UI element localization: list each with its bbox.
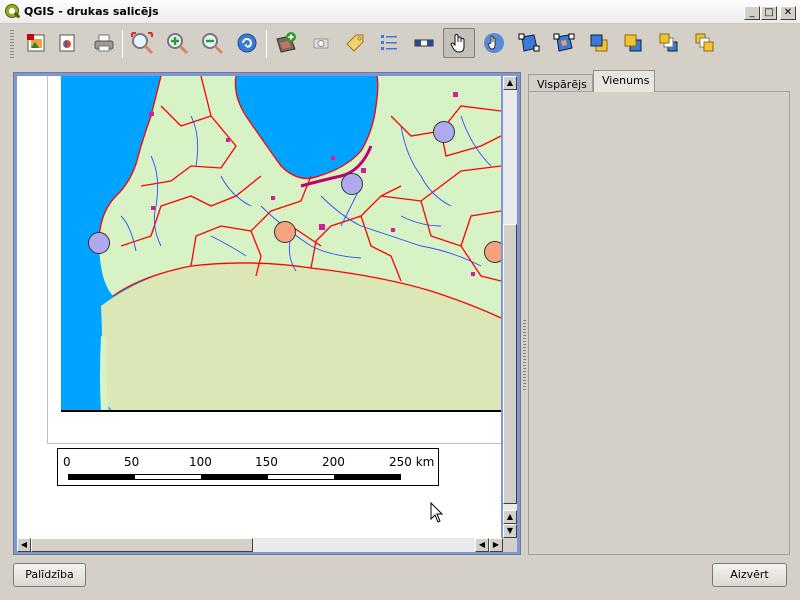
help-button[interactable]: Palīdzība (13, 563, 86, 587)
item-properties-panel (528, 91, 790, 555)
scroll-left-button[interactable]: ◀ (17, 538, 31, 552)
export-image-icon (27, 34, 45, 52)
panel-splitter-handle[interactable] (523, 320, 526, 390)
scalebar-icon (414, 39, 434, 47)
ungroup-icon (553, 33, 575, 52)
move-to-bottom-button[interactable] (689, 28, 721, 58)
zoom-in-button[interactable] (161, 28, 193, 58)
scroll-corner (503, 538, 517, 552)
scale-bar-segments (68, 474, 401, 480)
qgis-logo-icon (5, 4, 21, 19)
close-window-button[interactable]: ✕ (780, 6, 796, 20)
export-image-button[interactable] (20, 28, 52, 58)
scale-bar[interactable]: 0 50 100 150 200 250 km (57, 448, 439, 486)
composition-canvas[interactable]: 0 50 100 150 200 250 km (17, 76, 501, 538)
add-legend-button[interactable] (373, 28, 405, 58)
refresh-button[interactable] (231, 28, 263, 58)
label-tag-icon (346, 34, 364, 52)
hand-pointer-icon (450, 33, 465, 53)
mouse-cursor-icon (430, 502, 444, 523)
composer-view[interactable]: 0 50 100 150 200 250 km ▲ ▲ ▼ ◀ ◀ ▶ (13, 72, 521, 555)
scale-label: 0 (63, 455, 71, 469)
group-items-button[interactable] (513, 28, 545, 58)
move-content-button[interactable] (478, 28, 510, 58)
map-item[interactable] (61, 76, 501, 412)
zoom-in-icon (167, 33, 189, 55)
raise-icon (590, 34, 608, 52)
export-svg-icon (59, 34, 75, 52)
group-icon (518, 33, 540, 52)
close-button[interactable]: Aizvērt (712, 563, 787, 587)
city-marker (433, 121, 455, 143)
ungroup-items-button[interactable] (548, 28, 580, 58)
add-image-button[interactable] (305, 28, 337, 58)
horizontal-scroll-thumb[interactable] (31, 538, 253, 552)
scale-label: 50 (124, 455, 140, 469)
legend-icon (381, 35, 397, 50)
zoom-full-button[interactable] (126, 28, 158, 58)
select-move-item-button[interactable] (443, 28, 475, 58)
add-map-button[interactable] (270, 28, 302, 58)
title-bar: QGIS - drukas salicējs _ □ ✕ (0, 0, 800, 24)
window-title: QGIS - drukas salicējs (24, 5, 159, 18)
toolbar-grip[interactable] (10, 30, 14, 58)
toolbar-separator (266, 30, 267, 58)
lower-item-button[interactable] (617, 28, 649, 58)
composer-toolbar (0, 24, 800, 64)
hand-move-icon (484, 33, 504, 53)
lower-icon (624, 34, 642, 52)
scroll-down-button[interactable]: ▼ (503, 524, 517, 538)
scale-label: 150 (255, 455, 278, 469)
minimize-button[interactable]: _ (744, 6, 760, 20)
export-svg-button[interactable] (51, 28, 83, 58)
move-to-top-button[interactable] (653, 28, 685, 58)
scale-label: 200 (322, 455, 345, 469)
add-scalebar-button[interactable] (408, 28, 440, 58)
scale-label: 100 (189, 455, 212, 469)
toolbar-separator (122, 30, 123, 58)
maximize-button[interactable]: □ (761, 6, 777, 20)
scroll-left-button[interactable]: ◀ (475, 538, 489, 552)
horizontal-scrollbar[interactable]: ◀ ◀ ▶ (17, 538, 503, 552)
scroll-up-button[interactable]: ▲ (503, 76, 517, 90)
scroll-right-button[interactable]: ▶ (489, 538, 503, 552)
raise-item-button[interactable] (583, 28, 615, 58)
add-label-button[interactable] (339, 28, 371, 58)
scale-label: 250 km (389, 455, 435, 469)
city-marker (88, 232, 110, 254)
refresh-icon (237, 33, 257, 53)
city-marker (484, 241, 501, 263)
camera-icon (313, 38, 329, 49)
add-map-icon (276, 32, 296, 53)
vertical-scroll-thumb[interactable] (503, 224, 517, 504)
city-marker (274, 221, 296, 243)
print-icon (94, 34, 114, 52)
move-to-bottom-icon (695, 33, 714, 52)
print-button[interactable] (88, 28, 120, 58)
city-marker (341, 173, 363, 195)
vertical-scrollbar[interactable]: ▲ ▲ ▼ (503, 76, 517, 538)
tab-item[interactable]: Vienums (593, 70, 655, 92)
zoom-full-icon (131, 32, 154, 55)
scroll-up-button[interactable]: ▲ (503, 510, 517, 524)
move-to-top-icon (659, 33, 678, 52)
zoom-out-icon (202, 33, 224, 55)
zoom-out-button[interactable] (196, 28, 228, 58)
